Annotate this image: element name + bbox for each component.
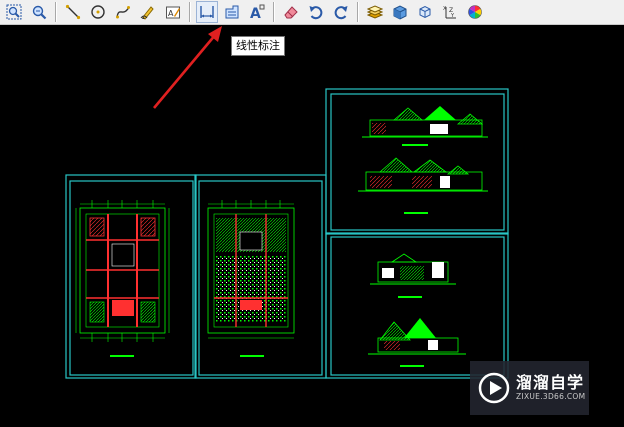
- section-sheet-bottom: [368, 253, 466, 367]
- elevation-sheet-top: [358, 106, 488, 214]
- toolbar-separator: [55, 2, 56, 22]
- zoom-realtime-icon[interactable]: [28, 1, 50, 23]
- toolbar-separator: [189, 2, 190, 22]
- toolbar: A A ZYX: [0, 0, 624, 25]
- drawing-canvas[interactable]: 溜溜自学 ZIXUE.3D66.COM: [0, 25, 624, 427]
- toolbar-separator: [357, 2, 358, 22]
- watermark-url: ZIXUE.3D66.COM: [516, 392, 586, 401]
- circle-icon[interactable]: [87, 1, 109, 23]
- area-icon[interactable]: [221, 1, 243, 23]
- pencil-icon[interactable]: [137, 1, 159, 23]
- toolbar-separator: [273, 2, 274, 22]
- floor-plan-2: [207, 200, 295, 357]
- text-edit-icon[interactable]: A: [162, 1, 184, 23]
- linear-dimension-icon[interactable]: [195, 1, 218, 23]
- redo-icon[interactable]: [330, 1, 352, 23]
- text-icon[interactable]: A: [246, 1, 268, 23]
- tooltip: 线性标注: [231, 36, 285, 56]
- zoom-window-icon[interactable]: [3, 1, 25, 23]
- undo-icon[interactable]: [305, 1, 327, 23]
- watermark: 溜溜自学 ZIXUE.3D66.COM: [470, 361, 589, 415]
- svg-text:A: A: [168, 9, 174, 18]
- svg-text:A: A: [250, 6, 261, 20]
- 3d-box-icon[interactable]: [389, 1, 411, 23]
- watermark-brand: 溜溜自学: [516, 373, 585, 392]
- annotation-arrow: [153, 26, 222, 109]
- svg-text:X: X: [443, 6, 447, 12]
- spline-icon[interactable]: [112, 1, 134, 23]
- coordinate-icon[interactable]: ZYX: [439, 1, 461, 23]
- eraser-icon[interactable]: [280, 1, 302, 23]
- play-logo-icon: [478, 372, 510, 404]
- color-wheel-icon[interactable]: [464, 1, 486, 23]
- 3d-orbit-icon[interactable]: [414, 1, 436, 23]
- floor-plan-1: [75, 200, 170, 357]
- layers-icon[interactable]: [364, 1, 386, 23]
- line-icon[interactable]: [62, 1, 84, 23]
